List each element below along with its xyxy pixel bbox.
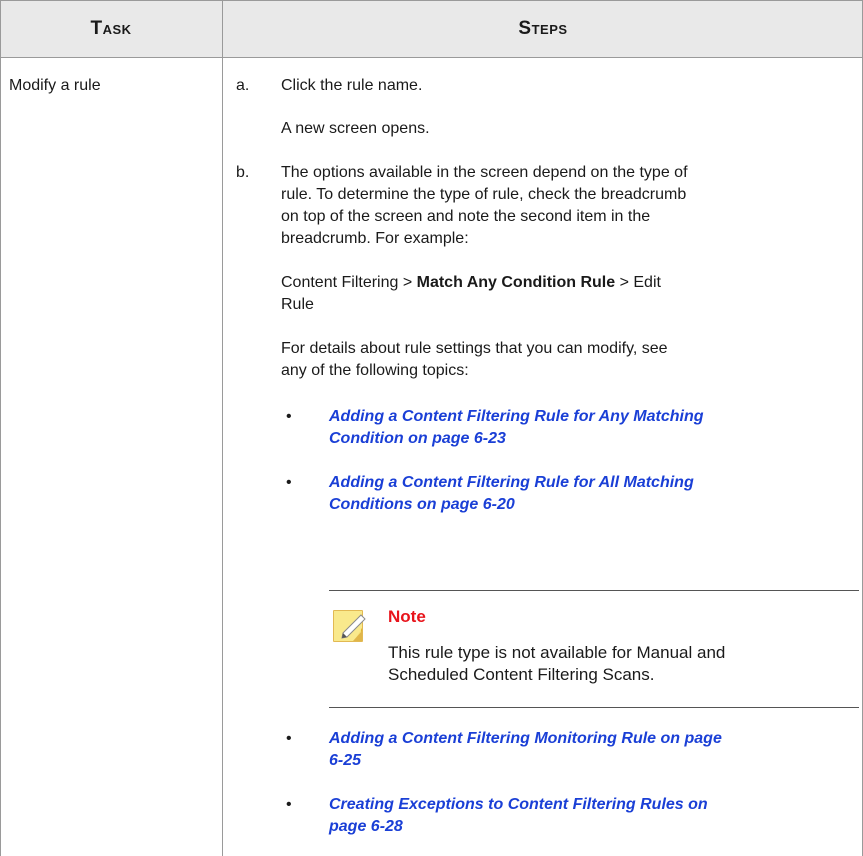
link-exceptions-line-1[interactable]: Creating Exceptions to Content Filtering… [329, 794, 708, 816]
task-steps-table: Task Steps Modify a rule a. Click the ru… [0, 0, 863, 856]
note-pencil-icon [331, 606, 371, 646]
bullet-1: • [286, 408, 292, 425]
link-all-matching-line-2[interactable]: Conditions on page 6-20 [329, 494, 694, 516]
link-exceptions[interactable]: Creating Exceptions to Content Filtering… [329, 794, 708, 838]
breadcrumb-suffix-line-2: Rule [281, 296, 314, 313]
header-task: Task [90, 18, 132, 39]
link-any-matching-line-2[interactable]: Condition on page 6-23 [329, 428, 704, 450]
link-all-matching-line-1[interactable]: Adding a Content Filtering Rule for All … [329, 472, 694, 494]
link-monitoring-rule-line-2[interactable]: 6-25 [329, 750, 722, 772]
breadcrumb-suffix: > Edit [615, 274, 661, 291]
step-a-marker: a. [236, 77, 250, 94]
breadcrumb-example: Content Filtering > Match Any Condition … [281, 272, 661, 294]
header-steps: Steps [518, 18, 568, 39]
step-b-line-1: The options available in the screen depe… [281, 164, 688, 181]
link-any-matching-line-1[interactable]: Adding a Content Filtering Rule for Any … [329, 406, 704, 428]
step-a-result: A new screen opens. [281, 120, 430, 137]
link-all-matching[interactable]: Adding a Content Filtering Rule for All … [329, 472, 694, 516]
step-b-line-4: breadcrumb. For example: [281, 230, 469, 247]
note-line-2: Scheduled Content Filtering Scans. [388, 665, 655, 684]
note-top-rule [329, 590, 859, 591]
details-line-1: For details about rule settings that you… [281, 340, 668, 357]
bullet-4: • [286, 796, 292, 813]
note-title: Note [388, 607, 426, 626]
bullet-3: • [286, 730, 292, 747]
bullet-2: • [286, 474, 292, 491]
task-cell: Modify a rule [9, 77, 101, 94]
link-exceptions-line-2[interactable]: page 6-28 [329, 816, 708, 838]
link-monitoring-rule[interactable]: Adding a Content Filtering Monitoring Ru… [329, 728, 722, 772]
breadcrumb-highlight: Match Any Condition Rule [416, 274, 616, 291]
step-b-line-3: on top of the screen and note the second… [281, 208, 651, 225]
step-b-line-2: rule. To determine the type of rule, che… [281, 186, 687, 203]
note-bottom-rule [329, 707, 859, 708]
left-border [0, 57, 1, 856]
breadcrumb-prefix: Content Filtering > [281, 274, 417, 291]
step-b-marker: b. [236, 164, 250, 181]
step-a-text: Click the rule name. [281, 77, 423, 94]
note-line-1: This rule type is not available for Manu… [388, 643, 726, 662]
details-line-2: any of the following topics: [281, 362, 469, 379]
link-monitoring-rule-line-1[interactable]: Adding a Content Filtering Monitoring Ru… [329, 728, 722, 750]
link-any-matching[interactable]: Adding a Content Filtering Rule for Any … [329, 406, 704, 450]
column-divider [222, 57, 223, 856]
